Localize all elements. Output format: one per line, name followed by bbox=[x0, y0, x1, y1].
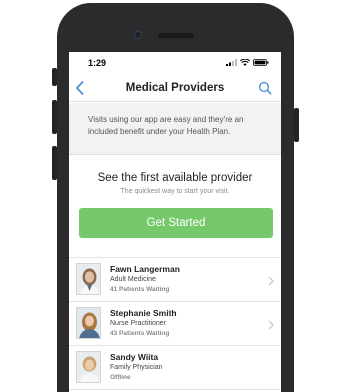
wifi-icon bbox=[240, 59, 250, 66]
provider-row[interactable]: Sandy Wiita Family Physician Offline bbox=[69, 346, 281, 390]
provider-name: Fawn Langerman bbox=[110, 264, 180, 274]
status-bar: 1:29 bbox=[69, 52, 281, 74]
avatar bbox=[76, 263, 101, 295]
provider-specialty: Nurse Practitioner bbox=[110, 320, 167, 327]
provider-status: 43 Patients Waiting bbox=[110, 330, 170, 337]
get-started-button[interactable]: Get Started bbox=[79, 208, 273, 238]
avatar bbox=[76, 307, 101, 339]
provider-status: 41 Patients Waiting bbox=[110, 286, 170, 293]
chevron-right-icon bbox=[268, 276, 274, 286]
navigation-bar: Medical Providers bbox=[69, 74, 281, 102]
volume-down-button bbox=[52, 146, 57, 180]
provider-list: Fawn Langerman Adult Medicine 41 Patient… bbox=[69, 257, 281, 390]
earpiece-speaker bbox=[158, 33, 194, 38]
volume-up-button bbox=[52, 100, 57, 134]
first-available-subtitle: The quickest way to start your visit. bbox=[120, 188, 230, 195]
avatar bbox=[76, 351, 101, 383]
provider-name: Sandy Wiita bbox=[110, 352, 159, 362]
first-available-title: See the first available provider bbox=[97, 172, 253, 184]
chevron-right-icon bbox=[268, 320, 274, 330]
intro-text: Visits using our app are easy and they’r… bbox=[88, 115, 244, 136]
battery-icon bbox=[253, 59, 269, 66]
front-camera bbox=[134, 31, 142, 39]
app-screen: 1:29 Medical Providers Visits using our … bbox=[69, 52, 281, 392]
signal-icon bbox=[226, 59, 237, 66]
provider-specialty: Adult Medicine bbox=[110, 276, 156, 283]
status-time: 1:29 bbox=[88, 58, 107, 68]
page-title: Medical Providers bbox=[125, 82, 225, 94]
search-icon[interactable] bbox=[258, 81, 272, 95]
provider-row[interactable]: Stephanie Smith Nurse Practitioner 43 Pa… bbox=[69, 302, 281, 346]
provider-specialty: Family Physician bbox=[110, 364, 163, 371]
provider-row[interactable]: Fawn Langerman Adult Medicine 41 Patient… bbox=[69, 258, 281, 302]
power-button bbox=[294, 108, 299, 142]
provider-status: Offline bbox=[110, 374, 131, 381]
intro-banner: Visits using our app are easy and they’r… bbox=[69, 103, 281, 155]
mute-switch bbox=[52, 68, 57, 86]
status-icons bbox=[226, 59, 269, 66]
provider-name: Stephanie Smith bbox=[110, 308, 177, 318]
